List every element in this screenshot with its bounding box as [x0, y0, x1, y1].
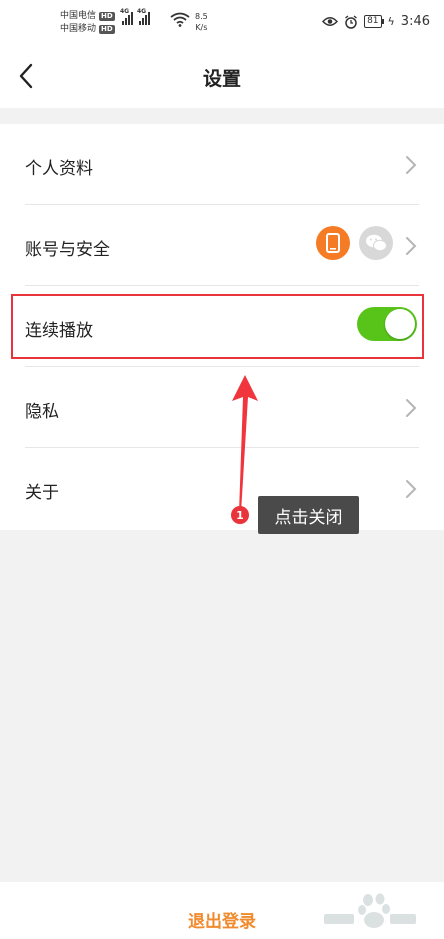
- hd-badge-2: HD: [99, 25, 115, 34]
- arrow-up-icon: [232, 375, 258, 513]
- chevron-right-icon: [406, 399, 417, 417]
- annotation-tooltip: 点击关闭: [258, 496, 359, 534]
- carrier-name-1: 中国电信: [60, 11, 97, 21]
- network-speed: 8.5 K/s: [195, 12, 208, 32]
- carrier-name-2: 中国移动: [60, 24, 97, 34]
- highlight-box: [11, 294, 424, 359]
- bottom-bar: 退出登录: [0, 882, 444, 939]
- signal-icons: 4G 4G: [120, 8, 150, 25]
- settings-item-privacy[interactable]: 隐私: [0, 367, 444, 448]
- signal-strength-icon: 4G: [137, 8, 150, 25]
- chevron-right-icon: [406, 156, 417, 174]
- clock-time: 3:46: [400, 14, 430, 29]
- hd-badge-1: HD: [99, 12, 115, 21]
- step-number-badge: 1: [231, 506, 249, 524]
- settings-item-label: 关于: [25, 483, 59, 503]
- status-right: 81 ϟ 3:46: [322, 14, 430, 29]
- wechat-icon: [359, 226, 393, 260]
- settings-item-profile[interactable]: 个人资料: [0, 124, 444, 205]
- settings-item-label: 账号与安全: [25, 240, 110, 260]
- alarm-icon: [345, 14, 358, 29]
- nav-bar: 设置: [0, 44, 444, 108]
- watermark-logo-icon: [324, 893, 416, 928]
- settings-item-account-security[interactable]: 账号与安全: [0, 205, 444, 286]
- chevron-right-icon: [406, 237, 417, 255]
- page-title: 设置: [202, 68, 241, 90]
- wifi-icon: [170, 12, 190, 27]
- settings-item-label: 个人资料: [25, 159, 93, 179]
- settings-item-label: 隐私: [25, 402, 59, 422]
- charging-icon: ϟ: [387, 15, 395, 28]
- eye-icon: [322, 17, 339, 26]
- status-bar: 中国电信 HD 中国移动 HD 4G 4G 8.5 K/s 81 ϟ 3:46: [0, 0, 444, 44]
- battery-icon: 81: [364, 15, 385, 28]
- chevron-right-icon: [406, 480, 417, 498]
- settings-item-about[interactable]: 关于: [0, 448, 444, 529]
- signal-strength-icon: 4G: [120, 8, 133, 25]
- carrier-info: 中国电信 HD 中国移动 HD: [60, 10, 115, 36]
- phone-icon: [316, 226, 350, 260]
